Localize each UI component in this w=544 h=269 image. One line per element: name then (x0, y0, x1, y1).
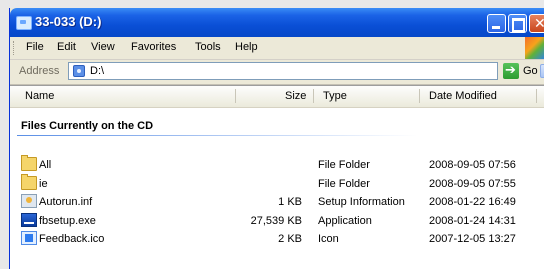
column-header-date[interactable]: Date Modified (429, 90, 497, 102)
close-button[interactable]: ✕ (529, 14, 544, 33)
file-name: fbsetup.exe (39, 215, 96, 227)
group-divider (17, 135, 417, 136)
cd-drive-icon (16, 16, 32, 30)
window-title: 33-033 (D:) (35, 14, 102, 29)
column-header-type[interactable]: Type (323, 90, 347, 102)
file-type: Setup Information (318, 196, 405, 208)
file-date: 2008-01-24 14:31 (429, 215, 516, 227)
file-name: ie (39, 178, 48, 190)
menu-favorites[interactable]: Favorites (131, 41, 176, 53)
column-headers: Name Size Type Date Modified (10, 86, 544, 108)
setup-info-icon (21, 194, 37, 208)
maximize-button[interactable] (508, 14, 527, 33)
column-divider[interactable] (536, 89, 537, 103)
file-size: 27,539 KB (250, 215, 302, 227)
group-header: Files Currently on the CD (21, 120, 154, 132)
arrow-right-icon: ➔ (505, 62, 516, 77)
icon-file-icon (21, 231, 37, 245)
folder-icon (21, 155, 37, 171)
menu-bar: File Edit View Favorites Tools Help (10, 37, 544, 60)
file-type: File Folder (318, 178, 370, 190)
address-value: D:\ (90, 65, 105, 77)
file-date: 2008-09-05 07:56 (429, 159, 516, 171)
column-header-name[interactable]: Name (25, 90, 54, 102)
file-name: All (39, 159, 52, 171)
file-row[interactable]: Feedback.ico 2 KB Icon 2007-12-05 13:27 (10, 230, 544, 249)
explorer-window: 33-033 (D:) ✕ File Edit View Favorites T… (9, 8, 544, 269)
file-name: Feedback.ico (39, 233, 105, 245)
menu-tools[interactable]: Tools (195, 41, 221, 53)
menu-view[interactable]: View (91, 41, 115, 53)
cd-drive-icon (73, 65, 85, 77)
menu-file[interactable]: File (26, 41, 44, 53)
file-size: 1 KB (278, 196, 302, 208)
column-divider[interactable] (235, 89, 236, 103)
application-icon (21, 213, 37, 227)
go-label[interactable]: Go (523, 65, 538, 77)
windows-logo-icon (525, 37, 544, 59)
file-row[interactable]: Autorun.inf 1 KB Setup Information 2008-… (10, 193, 544, 212)
go-button[interactable]: ➔ (503, 62, 519, 79)
file-row[interactable]: ie File Folder 2008-09-05 07:55 (10, 174, 544, 194)
menu-edit[interactable]: Edit (57, 41, 76, 53)
file-type: Application (318, 215, 372, 227)
file-type: File Folder (318, 159, 370, 171)
toolbar-grip[interactable] (13, 41, 16, 55)
file-list[interactable]: Name Size Type Date Modified Files Curre… (10, 85, 544, 269)
file-date: 2008-09-05 07:55 (429, 178, 516, 190)
address-dropdown-button[interactable]: ▼ (540, 64, 544, 78)
column-divider[interactable] (419, 89, 420, 103)
minimize-button[interactable] (487, 14, 506, 33)
file-row[interactable]: All File Folder 2008-09-05 07:56 (10, 155, 544, 175)
address-label: Address (19, 65, 60, 77)
folder-icon (21, 174, 37, 190)
file-name: Autorun.inf (39, 196, 93, 208)
menu-help[interactable]: Help (235, 41, 258, 53)
address-bar: Address D:\ ▼ ➔ Go (10, 60, 544, 85)
column-divider[interactable] (313, 89, 314, 103)
file-date: 2007-12-05 13:27 (429, 233, 516, 245)
close-icon: ✕ (534, 15, 544, 32)
title-bar[interactable]: 33-033 (D:) ✕ (10, 8, 544, 37)
file-type: Icon (318, 233, 339, 245)
file-size: 2 KB (278, 233, 302, 245)
address-input[interactable]: D:\ ▼ (68, 62, 544, 80)
file-row[interactable]: fbsetup.exe 27,539 KB Application 2008-0… (10, 212, 544, 231)
column-header-size[interactable]: Size (285, 90, 306, 102)
file-date: 2008-01-22 16:49 (429, 196, 516, 208)
